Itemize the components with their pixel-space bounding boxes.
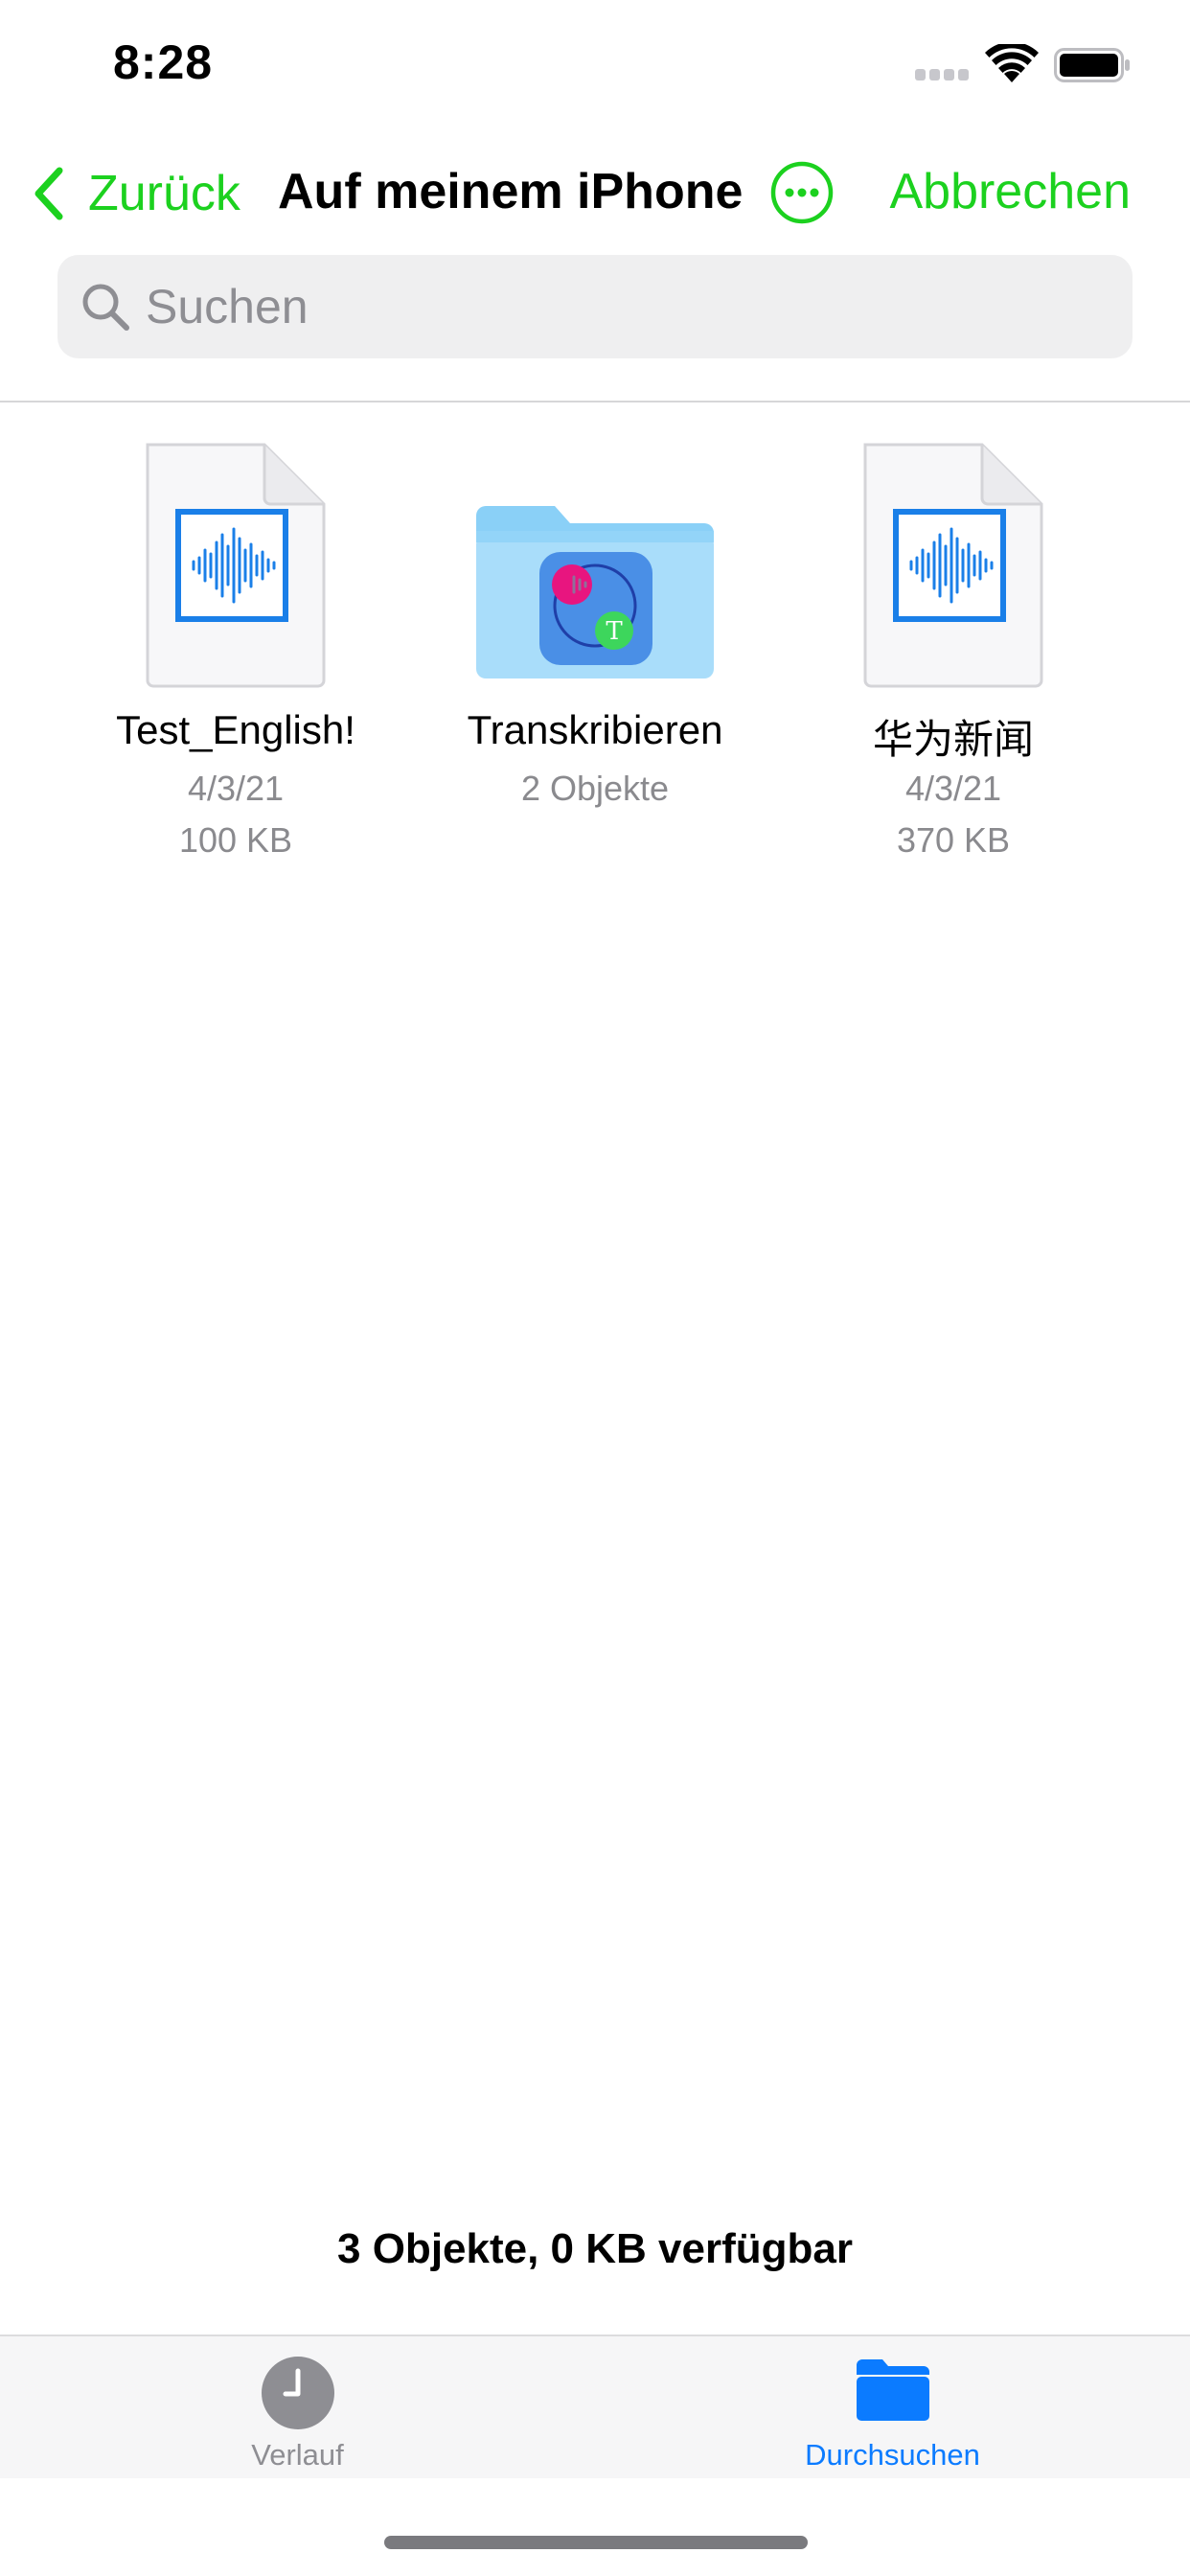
storage-summary: 3 Objekte, 0 KB verfügbar [337,2225,853,2272]
audio-file-icon [146,443,326,688]
battery-icon [1054,48,1130,82]
home-indicator [384,2536,808,2549]
status-time: 8:28 [113,35,214,89]
search-input[interactable] [146,279,1056,334]
tab-browse[interactable]: Durchsuchen [595,2336,1190,2480]
status-bar: 8:28 [0,0,1190,134]
divider [0,401,1190,402]
file-item-test-english[interactable]: Test_English! 4/3/21 100 KB [63,422,408,872]
file-date: 4/3/21 [187,769,285,808]
file-size: 370 KB [896,820,1011,860]
navigation-bar: Zurück Auf meinem iPhone Abbrechen [0,144,1190,240]
tab-bar: Verlauf Durchsuchen [0,2334,1190,2478]
audio-file-icon [863,443,1043,688]
svg-text:T: T [606,617,623,646]
search-bar[interactable] [57,255,1133,358]
back-label: Zurück [88,166,240,221]
more-options-icon[interactable] [768,159,835,226]
search-icon [82,284,129,331]
file-grid: Test_English! 4/3/21 100 KB T Transkribi… [0,422,1190,882]
file-item-huawei-news[interactable]: 华为新闻 4/3/21 370 KB [781,422,1126,872]
cancel-button[interactable]: Abbrechen [889,163,1131,220]
chevron-left-icon [34,167,63,220]
file-name: Test_English! [116,707,355,752]
page-title: Auf meinem iPhone [278,164,744,219]
folder-item-transkribieren[interactable]: T Transkribieren 2 Objekte [423,422,767,872]
folder-icon: T [476,506,714,678]
file-size: 100 KB [178,820,293,860]
folder-icon [856,2359,929,2421]
back-button[interactable]: Zurück [29,155,240,232]
clock-icon [261,2357,334,2429]
tab-label: Verlauf [251,2438,344,2472]
tab-label: Durchsuchen [805,2438,980,2472]
file-date: 4/3/21 [904,769,1002,808]
wifi-icon [985,44,1039,82]
cellular-signal-icon [915,69,969,80]
tab-recents[interactable]: Verlauf [0,2336,595,2480]
file-name: 华为新闻 [872,717,1034,762]
file-name: Transkribieren [467,707,723,752]
item-count: 2 Objekte [520,769,670,808]
